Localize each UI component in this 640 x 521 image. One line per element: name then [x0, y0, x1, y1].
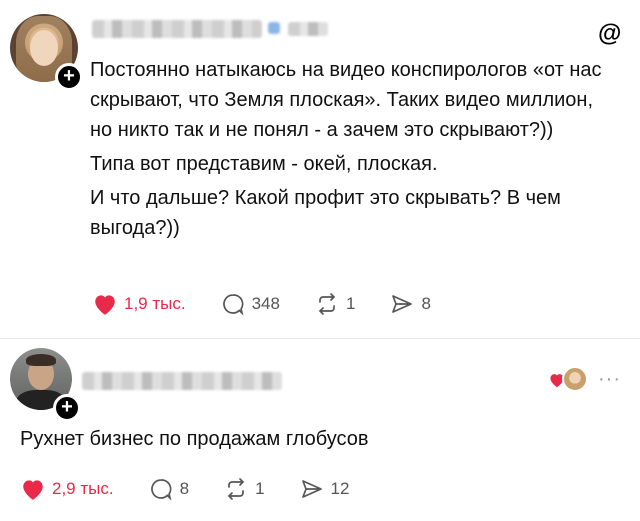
divider [0, 338, 640, 339]
share-count: 12 [330, 479, 350, 498]
repost-icon [318, 293, 336, 315]
comment-icon [222, 294, 244, 316]
timestamp-blurred [288, 22, 328, 36]
post-paragraph: И что дальше? Какой профит это скрывать?… [90, 187, 561, 239]
like-count: 2,9 тыс. [52, 479, 114, 498]
post-actions: 1,9 тыс. 348 1 8 [92, 292, 465, 316]
follow-plus-icon[interactable]: + [55, 63, 83, 91]
avatar-hair [26, 354, 56, 366]
avatar-face [30, 30, 58, 66]
verified-badge-blurred [268, 22, 280, 34]
post-body: Постоянно натыкаюсь на видео конспиролог… [90, 55, 620, 243]
reply-author-name-blurred[interactable] [82, 372, 282, 390]
like-button[interactable]: 1,9 тыс. [92, 292, 186, 316]
author-liked-avatar [562, 366, 588, 392]
heart-icon [95, 295, 115, 315]
share-icon [392, 295, 413, 313]
author-name-blurred[interactable] [92, 20, 262, 38]
repost-button[interactable]: 1 [223, 477, 265, 501]
comment-icon [150, 479, 172, 501]
repost-count: 1 [345, 294, 356, 313]
reply-body: Рухнет бизнес по продажам глобусов [20, 428, 369, 450]
comment-count: 348 [251, 294, 280, 313]
comment-count: 8 [179, 479, 190, 498]
comment-button[interactable]: 348 [220, 292, 280, 316]
share-icon [301, 480, 322, 498]
comment-button[interactable]: 8 [148, 477, 189, 501]
share-button[interactable]: 12 [299, 477, 350, 501]
reply-actions: 2,9 тыс. 8 1 12 [20, 477, 383, 501]
heart-icon [23, 480, 43, 500]
post-paragraph: Постоянно натыкаюсь на видео конспиролог… [90, 59, 602, 141]
like-count: 1,9 тыс. [124, 294, 186, 313]
share-button[interactable]: 8 [389, 292, 431, 316]
repost-button[interactable]: 1 [314, 292, 355, 316]
more-icon[interactable]: ··· [598, 368, 621, 391]
post-paragraph: Типа вот представим - окей, плоская. [90, 153, 438, 175]
share-count: 8 [421, 294, 431, 313]
threads-logo-icon[interactable]: @ [598, 20, 621, 48]
follow-plus-icon[interactable]: + [53, 394, 81, 422]
repost-count: 1 [255, 479, 265, 498]
repost-icon [227, 478, 245, 500]
like-button[interactable]: 2,9 тыс. [20, 477, 114, 501]
